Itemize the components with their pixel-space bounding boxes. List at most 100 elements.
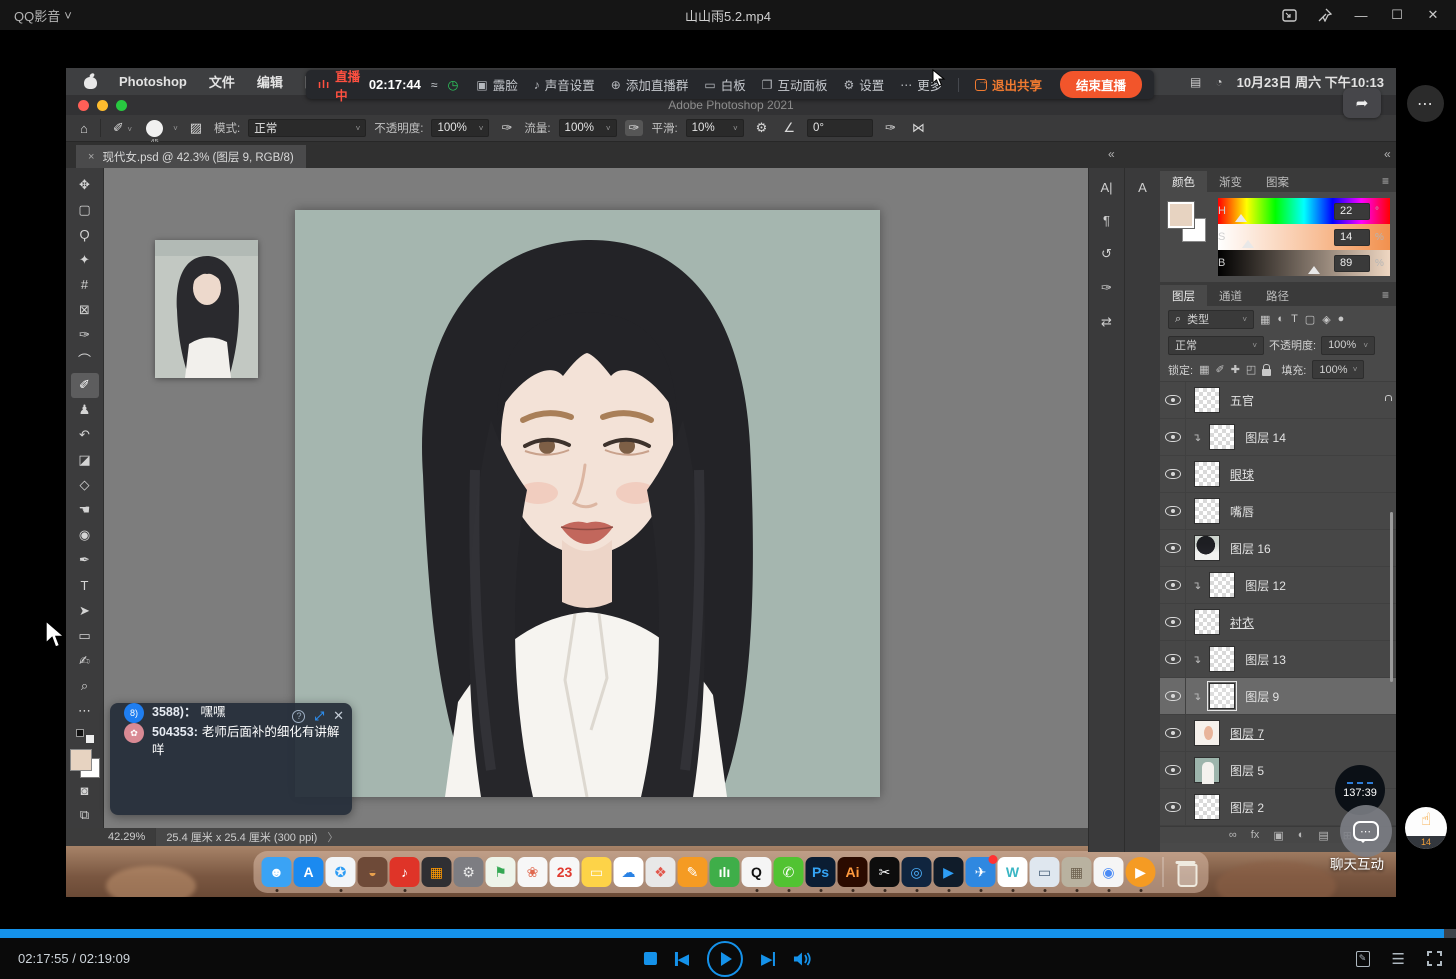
seek-bar[interactable] <box>0 929 1456 938</box>
visibility-toggle[interactable] <box>1160 678 1186 714</box>
chat-toggle-button[interactable]: ⋯ <box>1340 805 1392 857</box>
stream-toolbar-item[interactable]: ⋯ 更多 <box>900 75 942 94</box>
dock-icon[interactable]: ⚙ <box>454 857 484 887</box>
color-swatch-pair[interactable] <box>1168 202 1212 246</box>
dock-icon[interactable]: ☻ <box>262 857 292 887</box>
menu-item[interactable]: Photoshop <box>119 74 187 89</box>
dock-icon[interactable]: Ps <box>806 857 836 887</box>
collapsed-panel-icon[interactable]: ¶ <box>1103 213 1110 228</box>
layer-row[interactable]: ↴ 图层 16 <box>1160 530 1396 567</box>
foreground-color-swatch[interactable] <box>70 749 92 771</box>
ps-tool[interactable]: ◉ <box>71 523 99 548</box>
dock-icon[interactable]: ▭ <box>582 857 612 887</box>
layer-opacity-select[interactable]: 100%˅ <box>1321 336 1375 355</box>
layer-row[interactable]: ↴ 五官 <box>1160 382 1396 419</box>
next-button[interactable]: ▶ <box>761 950 775 968</box>
dock-icon[interactable]: ▭ <box>1030 857 1060 887</box>
dock-icon[interactable]: ◎ <box>902 857 932 887</box>
airbrush-toggle-icon[interactable]: ✑ <box>625 120 644 136</box>
document-tab[interactable]: × 现代女.psd @ 42.3% (图层 9, RGB/8) <box>76 145 306 168</box>
dock-icon[interactable]: ☁ <box>614 857 644 887</box>
symmetry-icon[interactable]: ⋈ <box>908 120 929 136</box>
slider-track[interactable] <box>1233 259 1329 268</box>
ps-tool[interactable]: ♟ <box>71 398 99 423</box>
lock-all-icon[interactable] <box>1262 369 1271 376</box>
layer-name[interactable]: 衬衣 <box>1230 614 1254 631</box>
menubar-status-icon[interactable]: ◔ <box>1215 75 1222 89</box>
layer-name[interactable]: 眼球 <box>1230 466 1254 483</box>
expand-icon[interactable]: ⤢ <box>314 709 324 724</box>
layer-row[interactable]: ↴ 图层 9 <box>1160 678 1396 715</box>
stream-toolbar-item[interactable]: ⚙ 设置 <box>843 75 884 94</box>
panel-menu-icon[interactable]: ≡ <box>1382 288 1388 302</box>
maximize-traffic-light[interactable] <box>116 100 127 111</box>
video-frame[interactable]: Photoshop文件编辑图像 ▤◔ 10月23日 周六 下午10:13 ılı… <box>66 68 1396 897</box>
brush-tip-preview[interactable]: 45 <box>146 120 163 137</box>
dock-icon[interactable]: ◒ <box>358 857 388 887</box>
visibility-toggle[interactable] <box>1160 493 1186 529</box>
apple-menu-icon[interactable] <box>84 74 97 89</box>
previous-button[interactable]: ◀ <box>675 950 689 968</box>
ps-tool[interactable]: ⋯ <box>71 698 99 723</box>
ps-tool[interactable]: ↶ <box>71 423 99 448</box>
layers-action-icon[interactable]: ◐ <box>1298 829 1305 841</box>
minimize-traffic-light[interactable] <box>97 100 108 111</box>
layer-filter-icon[interactable]: ▦ <box>1260 313 1270 326</box>
ps-tool[interactable]: ⌕ <box>71 673 99 698</box>
layer-name[interactable]: 图层 13 <box>1245 651 1286 668</box>
layer-name[interactable]: 五官 <box>1230 392 1254 409</box>
color-swatches[interactable] <box>70 749 100 778</box>
lock-option-icon[interactable]: ▦ <box>1199 363 1209 376</box>
ps-tool[interactable]: ✑ <box>71 322 99 347</box>
slider-thumb[interactable] <box>1242 240 1254 248</box>
ps-tool[interactable]: ◇ <box>71 473 99 498</box>
layer-row[interactable]: ↴ 嘴唇 <box>1160 493 1396 530</box>
ps-tool[interactable]: ☚ <box>71 498 99 523</box>
dock-icon[interactable]: ▶ <box>1126 857 1156 887</box>
minimize-button[interactable]: — <box>1348 4 1374 26</box>
ps-tool[interactable]: ➤ <box>71 598 99 623</box>
volume-button[interactable] <box>793 951 812 967</box>
maximize-button[interactable]: ☐ <box>1384 4 1410 26</box>
chevron-down-icon[interactable]: ˅ <box>173 124 178 133</box>
visibility-toggle[interactable] <box>1160 752 1186 788</box>
live-chat-overlay[interactable]: ? ⤢ ✕ 8) 3588)：嘿嘿 ✿ 504353:老师后面补的细化有讲解咩 <box>110 703 352 815</box>
visibility-toggle[interactable] <box>1160 530 1186 566</box>
layer-name[interactable]: 图层 5 <box>1230 762 1264 779</box>
collapse-panels-icon[interactable]: « <box>1384 147 1391 161</box>
dock-icon[interactable]: ✪ <box>326 857 356 887</box>
brush-preset-icon[interactable]: ✐ ˅ <box>109 120 136 136</box>
stream-toolbar-item[interactable]: ♪ 声音设置 <box>534 75 595 94</box>
layer-thumbnail[interactable] <box>1194 498 1220 524</box>
layer-thumbnail[interactable] <box>1194 461 1220 487</box>
slider-track[interactable] <box>1233 233 1329 242</box>
slider-thumb[interactable] <box>1235 214 1247 222</box>
layer-thumbnail[interactable] <box>1209 683 1235 709</box>
close-icon[interactable]: ✕ <box>333 708 344 724</box>
status-options-arrow[interactable]: 〉 <box>327 829 338 845</box>
lock-option-icon[interactable]: ✐ <box>1215 363 1224 376</box>
collapsed-panel-icon[interactable]: ✑ <box>1101 280 1112 296</box>
playlist-settings-button[interactable]: ☰ <box>1392 950 1405 968</box>
layer-thumbnail[interactable] <box>1194 535 1220 561</box>
collapsed-panel-icon[interactable]: A| <box>1100 180 1112 195</box>
visibility-toggle[interactable] <box>1160 715 1186 751</box>
player-more-button[interactable]: ⋯ <box>1407 85 1444 122</box>
panel-tab[interactable]: 图层 <box>1160 285 1207 306</box>
layers-action-icon[interactable]: ▣ <box>1273 829 1283 842</box>
ps-tool[interactable]: ▭ <box>71 623 99 648</box>
dock-icon[interactable]: A <box>294 857 324 887</box>
dock-icon[interactable]: Ai <box>838 857 868 887</box>
exit-share-button[interactable]: 退出共享 <box>975 75 1042 94</box>
pin-button[interactable] <box>1312 4 1338 26</box>
layer-row[interactable]: ↴ 图层 7 <box>1160 715 1396 752</box>
opacity-select[interactable]: 100%˅ <box>431 119 489 137</box>
layer-name[interactable]: 图层 12 <box>1245 577 1286 594</box>
layer-filter-icon[interactable]: T <box>1291 313 1298 326</box>
panel-tab[interactable]: 路径 <box>1254 285 1301 306</box>
trash-icon[interactable] <box>1175 859 1197 885</box>
layer-filter-icon[interactable]: ▢ <box>1305 313 1315 326</box>
stop-button[interactable] <box>644 952 657 965</box>
dock-icon[interactable]: ❖ <box>646 857 676 887</box>
slider-value-field[interactable]: 14 <box>1334 229 1370 246</box>
